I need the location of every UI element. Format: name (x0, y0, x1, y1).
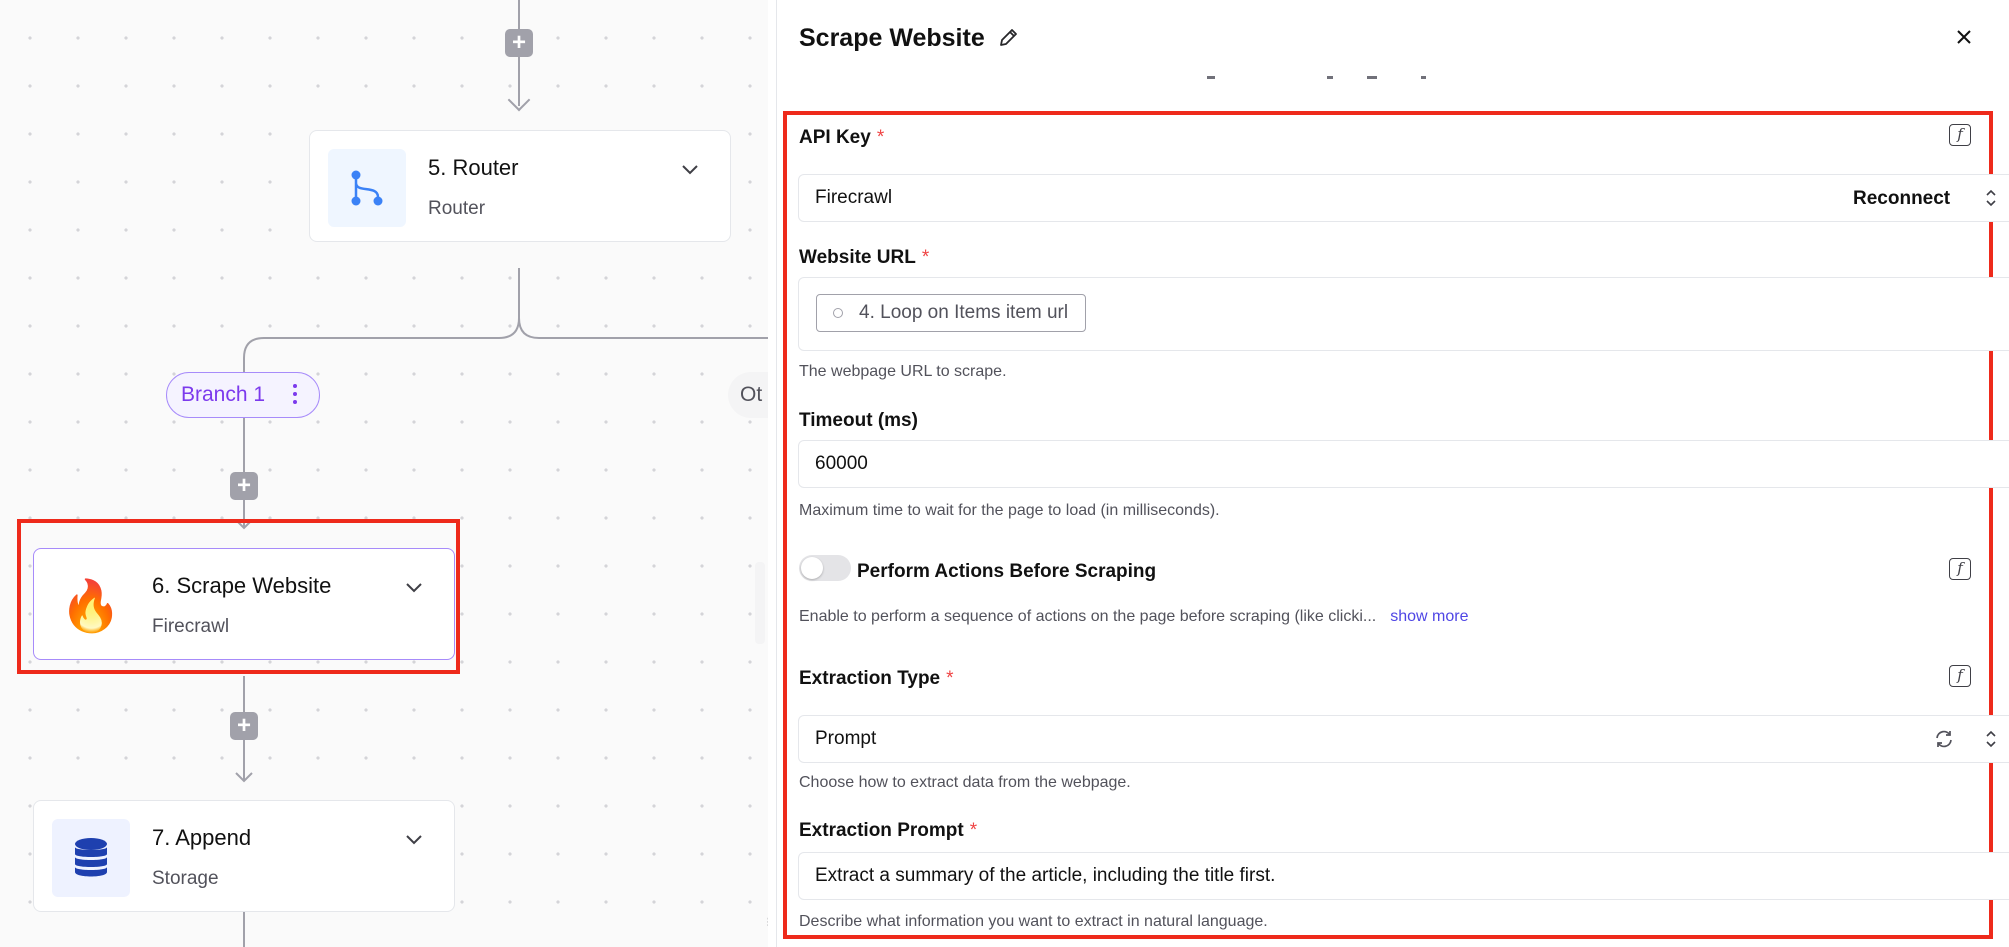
panel-highlight (783, 111, 1993, 939)
panel-header: Scrape Website (799, 22, 1019, 54)
scrolled-text-fragment (1207, 76, 1426, 79)
extraction-prompt-input[interactable]: Extract a summary of the article, includ… (798, 852, 2009, 900)
circle-icon (833, 308, 843, 318)
formula-toggle-icon[interactable]: f (1949, 124, 1971, 146)
flow-canvas[interactable]: + 5. Router Router Branch 1 Ot + 🔥 6. Sc… (0, 0, 768, 947)
resize-handle-icon[interactable]: ⠿ (766, 916, 768, 930)
perform-actions-help: Enable to perform a sequence of actions … (799, 608, 1469, 625)
node-subtitle: Storage (152, 868, 219, 889)
node-title: 7. Append (152, 825, 252, 850)
chevron-down-icon[interactable] (404, 829, 424, 849)
canvas-scroll-handle[interactable] (755, 562, 765, 644)
add-step-button[interactable]: + (230, 472, 258, 500)
close-icon[interactable] (1953, 26, 1975, 48)
more-vertical-icon[interactable] (293, 384, 297, 408)
formula-toggle-icon[interactable]: f (1949, 558, 1971, 580)
website-url-label: Website URL * (799, 247, 930, 268)
api-key-value: Firecrawl (815, 187, 893, 208)
show-more-link[interactable]: show more (1390, 608, 1468, 625)
otherwise-branch-pill[interactable]: Ot (728, 372, 768, 418)
formula-toggle-icon[interactable]: f (1949, 665, 1971, 687)
reconnect-button[interactable]: Reconnect (1853, 176, 1950, 222)
timeout-label: Timeout (ms) (799, 410, 918, 431)
api-key-label: API Key * (799, 127, 885, 148)
timeout-help: Maximum time to wait for the page to loa… (799, 502, 1220, 519)
panel-title: Scrape Website (799, 23, 985, 52)
chevron-updown-icon[interactable] (1985, 188, 1997, 208)
api-key-select[interactable]: Firecrawl Reconnect (798, 174, 2009, 222)
branch-1-pill[interactable]: Branch 1 (166, 372, 320, 418)
extraction-type-label: Extraction Type * (799, 668, 954, 689)
pencil-icon[interactable] (997, 27, 1019, 49)
add-step-button[interactable]: + (230, 712, 258, 740)
website-url-help: The webpage URL to scrape. (799, 363, 1007, 380)
chevron-updown-icon[interactable] (1985, 729, 1997, 749)
refresh-icon[interactable] (1933, 728, 1955, 750)
website-url-input[interactable]: 4. Loop on Items item url (798, 277, 2009, 351)
selection-highlight (17, 519, 460, 674)
timeout-input[interactable]: 60000 (798, 440, 2009, 488)
extraction-type-help: Choose how to extract data from the webp… (799, 774, 1131, 791)
extraction-type-select[interactable]: Prompt (798, 715, 2009, 763)
perform-actions-label: Perform Actions Before Scraping (857, 561, 1157, 582)
database-icon (52, 819, 130, 897)
variable-chip[interactable]: 4. Loop on Items item url (816, 294, 1086, 332)
step-settings-panel: Scrape Website API Key * f Firecrawl Reco… (776, 0, 2009, 947)
perform-actions-toggle[interactable] (799, 555, 851, 581)
branch-label: Branch 1 (181, 383, 266, 406)
append-node[interactable]: 7. Append Storage (33, 800, 455, 912)
extraction-prompt-help: Describe what information you want to ex… (799, 913, 1268, 930)
extraction-prompt-label: Extraction Prompt * (799, 820, 978, 841)
